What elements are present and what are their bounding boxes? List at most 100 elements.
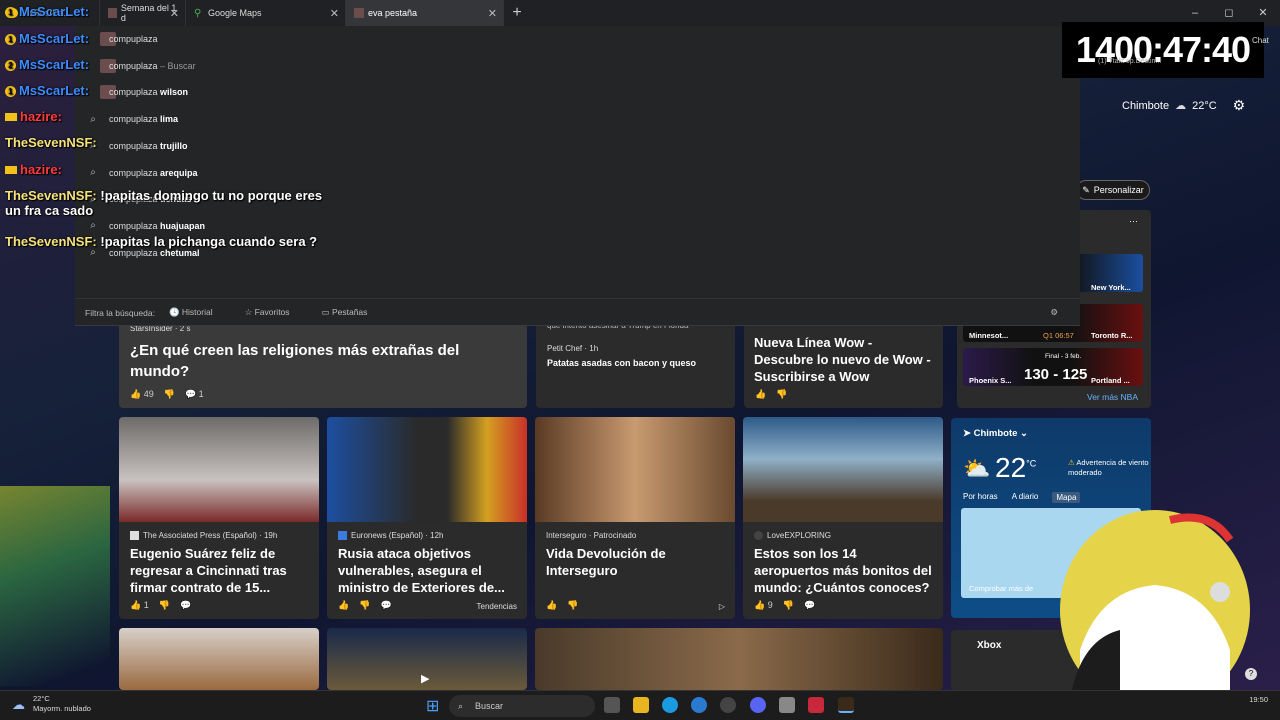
- dislike-icon[interactable]: 👎: [159, 600, 170, 611]
- news-card-image[interactable]: [119, 628, 319, 690]
- team-name: New York...: [1091, 283, 1131, 292]
- filter-history-label: Historial: [181, 307, 213, 317]
- card-title: Rusia ataca objetivos vulnerables, asegu…: [338, 546, 505, 595]
- close-tab-icon[interactable]: ✕: [170, 7, 179, 20]
- search-filter-bar: Filtra la búsqueda: 🕓 Historial ☆ Favori…: [75, 298, 1080, 326]
- settings-gear-icon[interactable]: ⚙: [1233, 97, 1246, 114]
- more-nba-link[interactable]: Ver más NBA: [1087, 392, 1138, 402]
- news-card-image[interactable]: [535, 628, 943, 690]
- obs-icon[interactable]: [720, 697, 736, 713]
- like-icon[interactable]: 👍: [338, 600, 349, 611]
- like-icon[interactable]: 👍: [755, 389, 766, 400]
- settings-gear-icon[interactable]: ⚙: [1050, 307, 1058, 318]
- filter-favorites[interactable]: ☆ Favoritos: [245, 307, 306, 318]
- card-source: Euronews (Español) · 12h: [351, 531, 444, 540]
- taskbar-search[interactable]: ⌕ Buscar: [449, 695, 595, 717]
- suggestion-completion: huajuapan: [160, 220, 206, 231]
- news-card-suarez[interactable]: The Associated Press (Español) · 19h Eug…: [119, 417, 319, 619]
- header-temp: 22°C: [1192, 99, 1217, 112]
- chat-message: 2 MsScarLet:: [5, 57, 145, 72]
- help-icon[interactable]: ?: [1245, 668, 1257, 680]
- close-tab-icon[interactable]: ✕: [488, 7, 497, 20]
- discord-icon[interactable]: [750, 697, 766, 713]
- filter-favorites-label: Favoritos: [254, 307, 290, 317]
- header-weather[interactable]: Chimbote ☁ 22°C ⚙: [1122, 97, 1245, 114]
- tab-new-tab[interactable]: eva pestaña ✕: [346, 0, 504, 26]
- tab-google-maps[interactable]: ⚲ Google Maps ✕: [186, 0, 346, 26]
- suggestion-item[interactable]: ⌕ compuplaza trujillo: [75, 133, 1080, 159]
- news-card-potatoes[interactable]: que intentó asesinar a Trump en Florida …: [536, 318, 735, 408]
- play-icon[interactable]: ▶: [421, 672, 429, 685]
- dislike-icon[interactable]: 👎: [164, 389, 175, 400]
- dislike-icon[interactable]: 👎: [567, 600, 578, 611]
- dislike-icon[interactable]: 👎: [359, 600, 370, 611]
- chat-message: hazire:: [5, 162, 145, 177]
- pencil-icon: ✎: [1082, 184, 1090, 195]
- close-tab-icon[interactable]: ✕: [330, 7, 339, 20]
- search-label: Buscar: [475, 701, 504, 711]
- more-options-icon[interactable]: ···: [1129, 216, 1138, 226]
- team-name: Toronto R...: [1091, 331, 1133, 340]
- personalize-label: Personalizar: [1093, 185, 1144, 195]
- dislike-icon[interactable]: 👎: [776, 389, 787, 400]
- game-status: Final - 3 feb.: [1045, 353, 1082, 360]
- comment-icon[interactable]: 💬: [380, 600, 391, 611]
- suggestion-text: compuplaza chetumal: [109, 248, 200, 258]
- suggestion-query: compuplaza: [109, 220, 161, 231]
- filter-tabs-label: Pestañas: [331, 307, 368, 317]
- like-icon[interactable]: 👍 9: [754, 600, 773, 611]
- play-icon[interactable]: ▷: [719, 602, 725, 611]
- news-card-religions[interactable]: StarsInsider · 2 s ¿En qué creen las rel…: [119, 318, 527, 408]
- compare-link[interactable]: Comprobar más de: [969, 584, 1033, 593]
- filter-history[interactable]: 🕓 Historial: [169, 307, 229, 318]
- settings-icon[interactable]: [779, 697, 795, 713]
- task-view-icon[interactable]: [604, 697, 620, 713]
- taskbar-weather[interactable]: 22°C Mayorm. nublado: [33, 694, 91, 714]
- suggestion-text: compuplaza huajuapan: [109, 221, 205, 231]
- video-card-image[interactable]: ▶: [327, 628, 527, 690]
- chat-message: 1 MsScarLet:: [5, 4, 145, 19]
- file-explorer-icon[interactable]: [633, 697, 649, 713]
- like-icon[interactable]: 👍 49: [130, 389, 154, 400]
- suggestion-completion: trujillo: [160, 140, 188, 151]
- personalize-button[interactable]: ✎ Personalizar: [1076, 180, 1150, 200]
- team-name: Portland ...: [1091, 376, 1130, 385]
- news-card-russia[interactable]: Euronews (Español) · 12h Rusia ataca obj…: [327, 417, 527, 619]
- news-card-airports[interactable]: LoveEXPLORING Estos son los 14 aeropuert…: [743, 417, 943, 619]
- suggestion-item[interactable]: ⌕ compuplaza lima: [75, 106, 1080, 132]
- suggestion-hint: – Buscar: [160, 60, 196, 71]
- tab-hourly[interactable]: Por horas: [963, 492, 998, 503]
- weather-warning[interactable]: ⚠ Advertencia de viento moderado: [1068, 458, 1151, 478]
- windows-start-icon[interactable]: ⊞: [426, 696, 439, 716]
- like-icon[interactable]: 👍 1: [130, 600, 149, 611]
- weather-city-row[interactable]: ➤ Chimbote ⌄: [963, 428, 1028, 439]
- ccleaner-icon[interactable]: [691, 697, 707, 713]
- suggestion-item[interactable]: compuplaza wilson: [75, 79, 1080, 105]
- tab-daily[interactable]: A diario: [1012, 492, 1039, 503]
- comment-icon[interactable]: 💬: [180, 600, 191, 611]
- new-tab-button[interactable]: +: [504, 4, 530, 22]
- card-source: Interseguro · Patrocinado: [546, 531, 637, 540]
- suggestion-item[interactable]: compuplaza: [75, 26, 1080, 52]
- filter-tabs[interactable]: ▭ Pestañas: [322, 307, 384, 318]
- card-title: Nueva Línea Wow - Descubre lo nuevo de W…: [754, 335, 931, 384]
- like-icon[interactable]: 👍: [546, 600, 557, 611]
- suggestion-item[interactable]: ⌕ compuplaza arequipa: [75, 160, 1080, 186]
- crown-badge-icon: [5, 113, 17, 121]
- ad-card-wow[interactable]: Nueva Línea Wow - Descubre lo nuevo de W…: [744, 318, 943, 408]
- comment-icon[interactable]: 💬: [804, 600, 815, 611]
- chat-username: MsScarLet:: [19, 83, 90, 98]
- active-app-icon[interactable]: [838, 697, 854, 713]
- taskbar-clock[interactable]: 19:50: [1249, 695, 1268, 704]
- comment-icon[interactable]: 💬 1: [185, 389, 204, 400]
- app-icon[interactable]: [808, 697, 824, 713]
- card-image: [743, 417, 943, 522]
- suggestion-item[interactable]: compuplaza – Buscar: [75, 53, 1080, 79]
- dislike-icon[interactable]: 👎: [783, 600, 794, 611]
- chat-button[interactable]: Chat: [1252, 36, 1269, 45]
- edge-icon[interactable]: [662, 697, 678, 713]
- sub-badge-icon: 1: [5, 86, 16, 97]
- chat-username: MsScarLet:: [19, 31, 90, 46]
- cloud-sun-icon: ☁: [1175, 100, 1187, 112]
- ad-card-interseguro[interactable]: Interseguro · Patrocinado Vida Devolució…: [535, 417, 735, 619]
